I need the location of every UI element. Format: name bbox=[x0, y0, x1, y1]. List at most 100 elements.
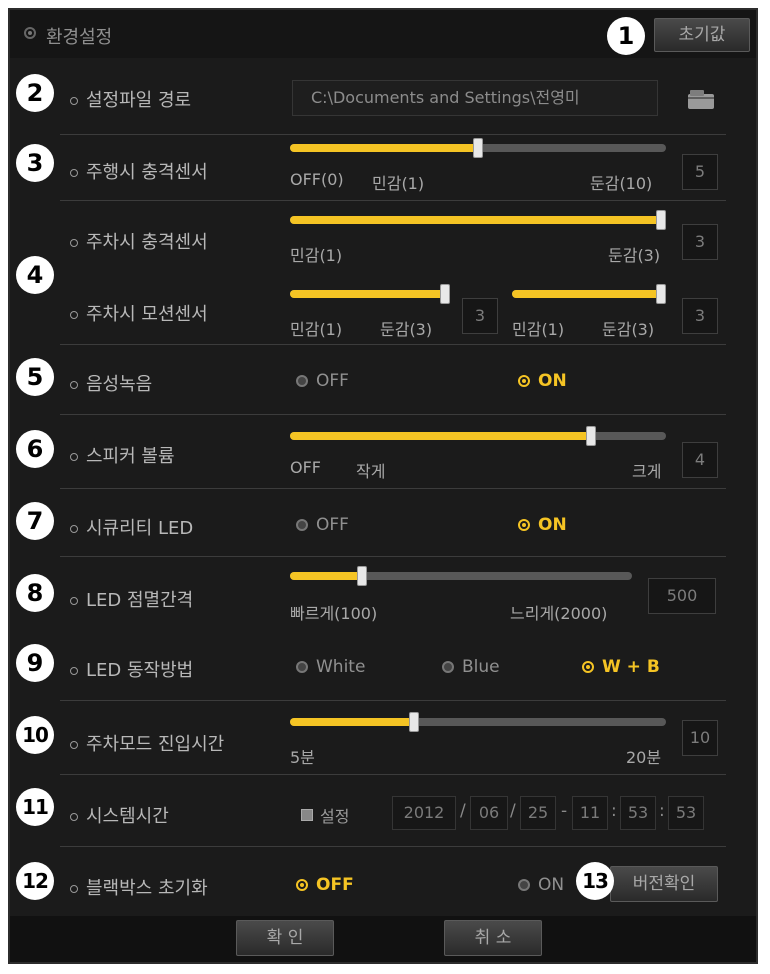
separator bbox=[60, 700, 726, 701]
slider-fill bbox=[290, 572, 362, 580]
version-check-button[interactable]: 버전확인 bbox=[610, 866, 718, 902]
voice-rec-label: 음성녹음 bbox=[70, 370, 152, 396]
park-shock-min-label: 민감(1) bbox=[290, 246, 343, 265]
park-shock-max-label: 둔감(3) bbox=[608, 246, 661, 265]
slider-fill bbox=[290, 718, 414, 726]
date-separator: / bbox=[510, 801, 516, 821]
voice-rec-on-radio[interactable]: ON bbox=[518, 371, 567, 391]
park-entry-slider[interactable] bbox=[290, 712, 666, 732]
park-entry-min-label: 5분 bbox=[290, 748, 315, 767]
park-motion-a-value[interactable]: 3 bbox=[462, 298, 498, 334]
callout-badge-13: 13 bbox=[576, 862, 614, 900]
slider-thumb[interactable] bbox=[656, 284, 666, 304]
blackbox-reset-label: 블랙박스 초기화 bbox=[70, 874, 208, 900]
separator bbox=[60, 556, 726, 557]
separator bbox=[60, 846, 726, 847]
led-interval-label: LED 점멸간격 bbox=[70, 586, 193, 612]
callout-badge-4: 4 bbox=[16, 256, 54, 294]
drive-shock-slider[interactable] bbox=[290, 138, 666, 158]
blackbox-reset-on-radio[interactable]: ON bbox=[518, 875, 564, 895]
park-shock-slider[interactable] bbox=[290, 210, 666, 230]
callout-badge-6: 6 bbox=[16, 430, 54, 468]
date-time-separator: - bbox=[561, 801, 568, 821]
drive-shock-max-label: 둔감(10) bbox=[590, 174, 653, 193]
callout-badge-9: 9 bbox=[16, 644, 54, 682]
park-motion-slider-a[interactable] bbox=[290, 284, 450, 304]
voice-rec-off-radio[interactable]: OFF bbox=[296, 371, 349, 391]
time-separator: : bbox=[611, 801, 617, 821]
window-title: 환경설정 bbox=[46, 27, 113, 48]
day-field[interactable]: 25 bbox=[520, 796, 556, 830]
blackbox-reset-off-radio[interactable]: OFF bbox=[296, 875, 354, 895]
slider-thumb[interactable] bbox=[409, 712, 419, 732]
led-interval-min-label: 빠르게(100) bbox=[290, 604, 378, 623]
separator bbox=[60, 774, 726, 775]
cancel-button[interactable]: 취 소 bbox=[444, 920, 542, 956]
security-led-off-radio[interactable]: OFF bbox=[296, 515, 349, 535]
speaker-value[interactable]: 4 bbox=[682, 442, 718, 478]
park-motion-b-min-label: 민감(1) bbox=[512, 320, 565, 339]
callout-badge-10: 10 bbox=[16, 716, 54, 754]
slider-thumb[interactable] bbox=[586, 426, 596, 446]
drive-shock-label: 주행시 충격센서 bbox=[70, 158, 208, 184]
callout-badge-3: 3 bbox=[16, 144, 54, 182]
led-interval-slider[interactable] bbox=[290, 566, 632, 586]
speaker-slider[interactable] bbox=[290, 426, 666, 446]
speaker-mid-label: 작게 bbox=[356, 462, 386, 481]
drive-shock-value[interactable]: 5 bbox=[682, 154, 718, 190]
led-interval-value[interactable]: 500 bbox=[648, 578, 716, 614]
park-shock-value[interactable]: 3 bbox=[682, 224, 718, 260]
led-interval-max-label: 느리게(2000) bbox=[510, 604, 608, 623]
park-motion-b-value[interactable]: 3 bbox=[682, 298, 718, 334]
slider-thumb[interactable] bbox=[656, 210, 666, 230]
date-separator: / bbox=[460, 801, 466, 821]
led-mode-blue-radio[interactable]: Blue bbox=[442, 657, 500, 677]
park-motion-label: 주차시 모션센서 bbox=[70, 300, 208, 326]
reset-defaults-button[interactable]: 초기값 bbox=[654, 18, 750, 52]
footer-bar: 확 인 취 소 bbox=[10, 916, 756, 962]
park-entry-value[interactable]: 10 bbox=[682, 720, 718, 756]
hour-field[interactable]: 11 bbox=[572, 796, 608, 830]
separator bbox=[60, 344, 726, 345]
system-time-label: 시스템시간 bbox=[70, 802, 169, 828]
second-field[interactable]: 53 bbox=[668, 796, 704, 830]
callout-badge-12: 12 bbox=[16, 862, 54, 900]
config-path-field[interactable]: C:\Documents and Settings\전영미 bbox=[292, 80, 658, 116]
slider-fill bbox=[512, 290, 666, 298]
slider-fill bbox=[290, 144, 478, 152]
park-motion-slider-b[interactable] bbox=[512, 284, 666, 304]
slider-thumb[interactable] bbox=[440, 284, 450, 304]
park-entry-max-label: 20분 bbox=[626, 748, 662, 767]
month-field[interactable]: 06 bbox=[470, 796, 508, 830]
park-motion-a-min-label: 민감(1) bbox=[290, 320, 343, 339]
separator bbox=[60, 414, 726, 415]
system-time-checkbox[interactable] bbox=[301, 809, 313, 821]
system-time-check-label: 설정 bbox=[320, 807, 350, 826]
park-motion-a-max-label: 둔감(3) bbox=[380, 320, 433, 339]
slider-thumb[interactable] bbox=[473, 138, 483, 158]
separator bbox=[60, 488, 726, 489]
settings-window: 환경설정 초기값 설정파일 경로 C:\Documents and Settin… bbox=[8, 8, 758, 964]
callout-badge-7: 7 bbox=[16, 502, 54, 540]
led-mode-label: LED 동작방법 bbox=[70, 656, 193, 682]
callout-badge-2: 2 bbox=[16, 74, 54, 112]
speaker-label: 스피커 볼륨 bbox=[70, 442, 175, 468]
slider-fill bbox=[290, 290, 450, 298]
led-mode-wb-radio[interactable]: W + B bbox=[582, 657, 660, 677]
security-led-on-radio[interactable]: ON bbox=[518, 515, 567, 535]
speaker-max-label: 크게 bbox=[632, 462, 662, 481]
park-shock-label: 주차시 충격센서 bbox=[70, 228, 208, 254]
led-mode-white-radio[interactable]: White bbox=[296, 657, 365, 677]
separator bbox=[60, 200, 726, 201]
park-motion-b-max-label: 둔감(3) bbox=[602, 320, 655, 339]
ok-button[interactable]: 확 인 bbox=[236, 920, 334, 956]
separator bbox=[60, 134, 726, 135]
slider-fill bbox=[290, 432, 591, 440]
minute-field[interactable]: 53 bbox=[620, 796, 656, 830]
year-field[interactable]: 2012 bbox=[392, 796, 456, 830]
security-led-label: 시큐리티 LED bbox=[70, 514, 193, 540]
drive-shock-mid-label: 민감(1) bbox=[372, 174, 425, 193]
slider-fill bbox=[290, 216, 666, 224]
slider-thumb[interactable] bbox=[357, 566, 367, 586]
folder-icon[interactable] bbox=[686, 88, 716, 110]
